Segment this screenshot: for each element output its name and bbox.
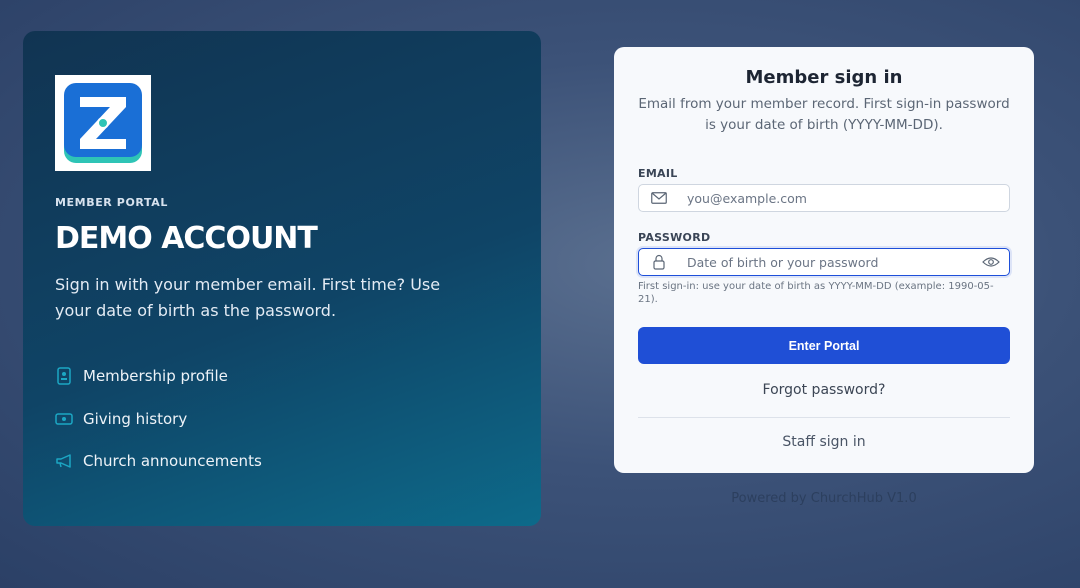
password-label: PASSWORD [638,231,711,244]
hero-description: Sign in with your member email. First ti… [55,275,441,320]
enter-portal-button[interactable]: Enter Portal [638,327,1010,364]
password-field[interactable] [638,248,1010,276]
eye-icon[interactable] [973,256,1009,268]
powered-by-footer: Powered by ChurchHub V1.0 [731,491,917,506]
feature-label: Giving history [83,409,188,428]
staff-sign-in-link[interactable]: Staff sign in [614,434,1034,450]
hero-panel: MEMBER PORTAL DEMO ACCOUNT Sign in with … [23,31,541,526]
app-logo [55,75,151,171]
password-input[interactable] [679,254,973,270]
account-title: DEMO ACCOUNT [55,221,318,256]
email-label: EMAIL [638,167,678,180]
feature-list: Membership profile Giving history Church… [55,365,262,493]
card-title: Member sign in [745,67,903,88]
divider [638,417,1010,418]
forgot-password-link[interactable]: Forgot password? [614,382,1034,398]
email-field[interactable] [638,184,1010,212]
feature-item-announcements: Church announcements [55,450,262,472]
megaphone-icon [55,452,73,470]
card-subtitle: Email from your member record. First sig… [638,96,1010,133]
z-logo-icon [64,83,142,163]
id-badge-icon [55,367,73,385]
feature-label: Church announcements [83,452,262,470]
feature-item-giving: Giving history [55,408,262,430]
mail-icon [639,192,679,204]
sign-in-card: Member sign in Email from your member re… [614,47,1034,473]
password-hint: First sign-in: use your date of birth as… [638,281,994,305]
feature-item-membership: Membership profile [55,365,262,387]
feature-label: Membership profile [83,367,228,385]
email-input[interactable] [679,190,1009,206]
lock-icon [639,254,679,270]
portal-eyebrow: MEMBER PORTAL [55,196,168,209]
money-icon [55,410,73,428]
